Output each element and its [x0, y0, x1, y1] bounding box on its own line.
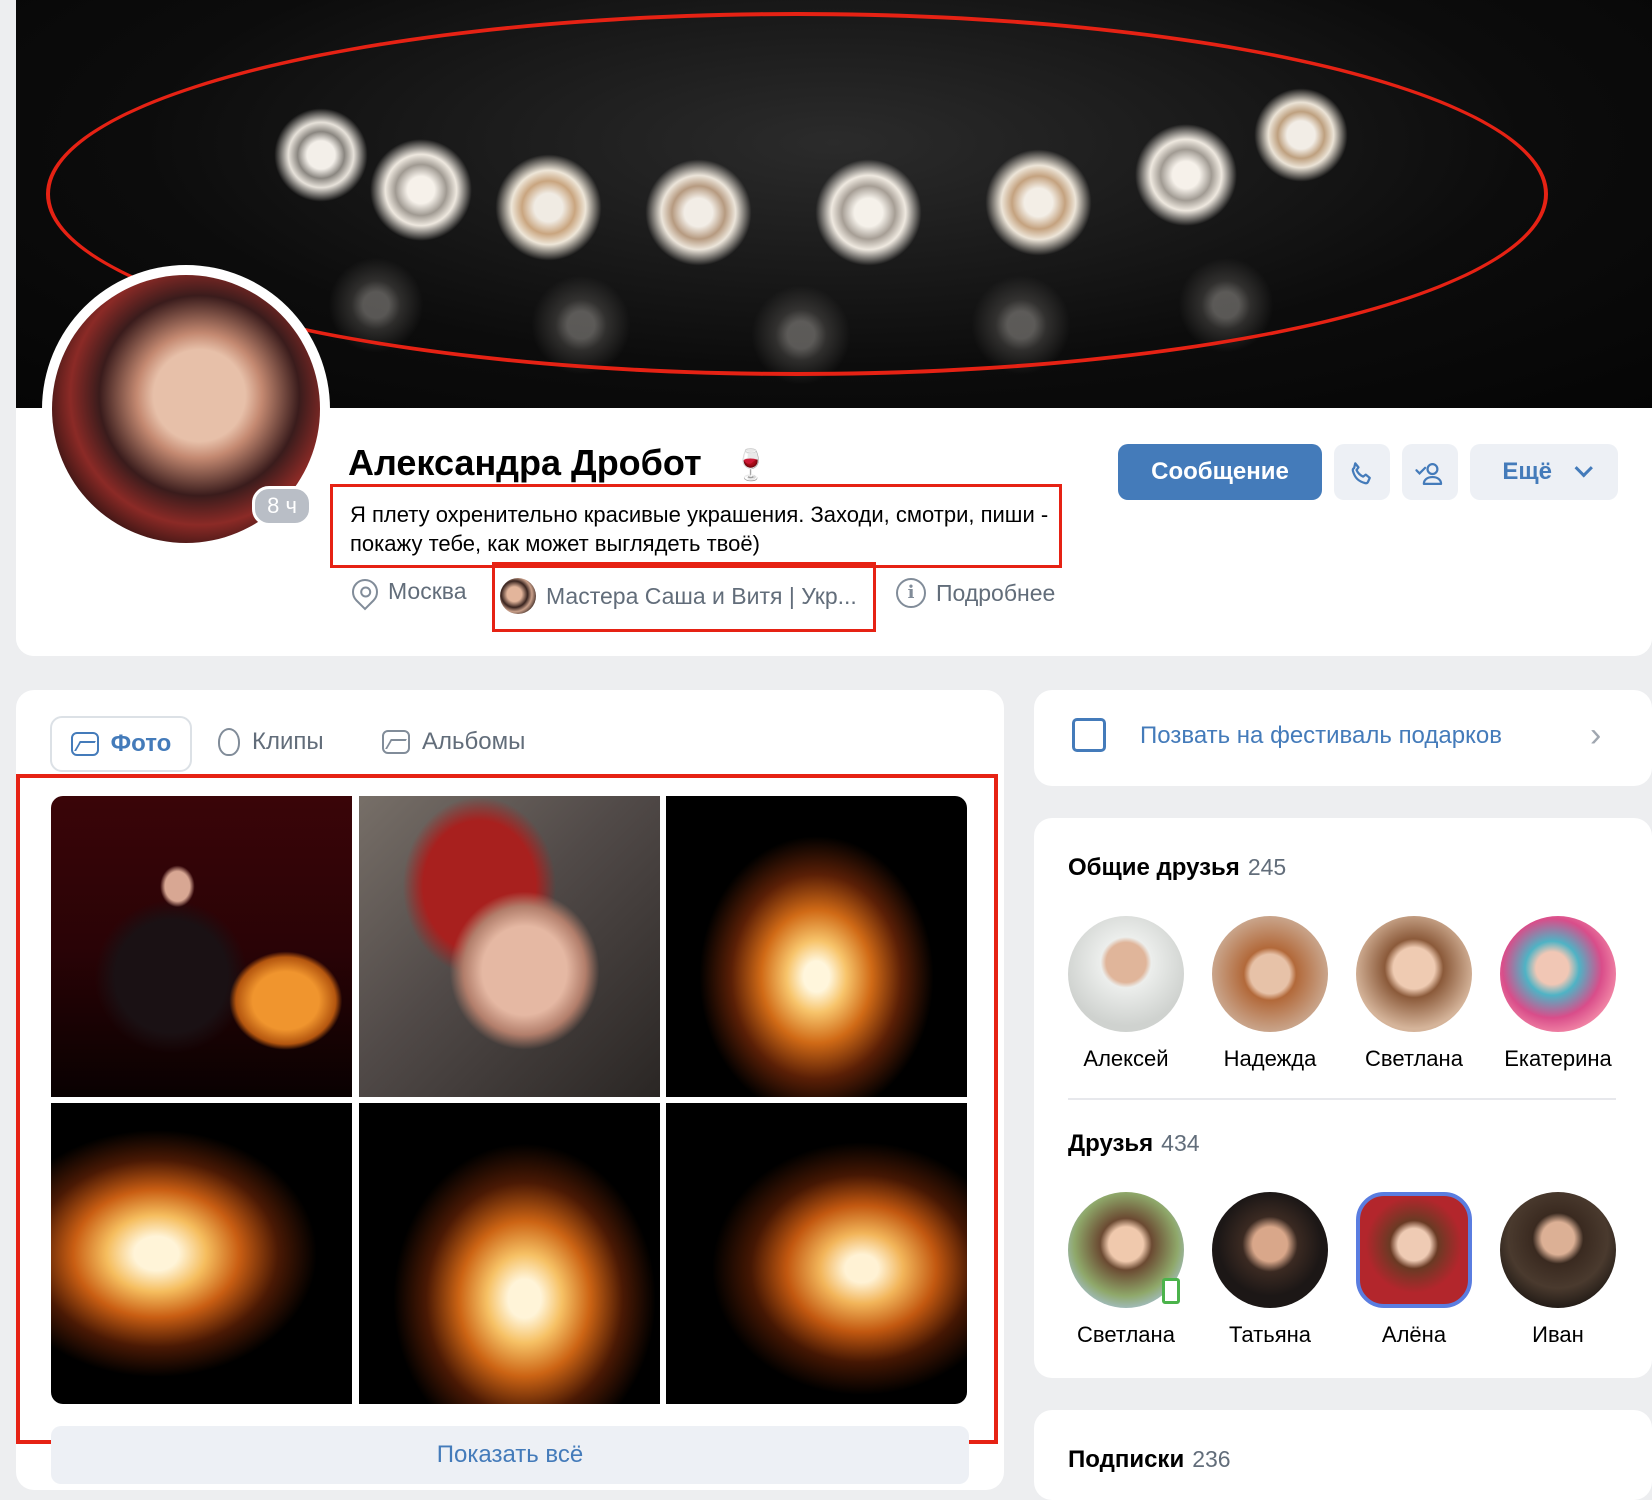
albums-icon: [382, 730, 410, 754]
avatar: [1212, 916, 1328, 1032]
more-info-link[interactable]: i Подробнее: [896, 578, 1055, 608]
avatar: [1068, 916, 1184, 1032]
chevron-down-icon: [1574, 459, 1593, 478]
avatar: [1500, 1192, 1616, 1308]
friend-name: Надежда: [1223, 1046, 1317, 1071]
wine-glass-icon: 🍷: [732, 449, 770, 482]
mutual-friend-item[interactable]: Надежда: [1198, 916, 1342, 1072]
friend-name: Алексей: [1083, 1046, 1169, 1071]
call-button[interactable]: [1334, 444, 1390, 500]
location-pin-icon: [346, 573, 384, 610]
subscriptions-title[interactable]: Подписки 236: [1068, 1446, 1231, 1474]
friends-count: 434: [1161, 1130, 1200, 1156]
mutual-friend-item[interactable]: Екатерина: [1486, 916, 1630, 1072]
online-status-badge: 8 ч: [252, 486, 312, 526]
friend-status-button[interactable]: [1402, 444, 1458, 500]
profile-city[interactable]: Москва: [346, 573, 467, 610]
user-check-icon: [1415, 463, 1443, 486]
friend-name: Екатерина: [1504, 1046, 1612, 1071]
friends-title[interactable]: Друзья 434: [1068, 1130, 1200, 1158]
annotation-frame-bio: [330, 484, 1062, 568]
clip-icon: [218, 728, 240, 756]
annotation-frame-job: [492, 562, 876, 632]
friend-name: Светлана: [1365, 1046, 1463, 1071]
friend-name: Татьяна: [1228, 1322, 1312, 1347]
more-label: Ещё: [1502, 458, 1552, 485]
mutual-friends-label: Общие друзья: [1068, 854, 1240, 881]
message-button[interactable]: Сообщение: [1118, 444, 1322, 500]
friend-item[interactable]: Иван: [1486, 1192, 1630, 1348]
divider: [1068, 1098, 1616, 1100]
mutual-friends-count: 245: [1247, 854, 1287, 880]
more-info-label: Подробнее: [936, 579, 1056, 606]
avatar: [1356, 916, 1472, 1032]
friend-name: Алёна: [1381, 1322, 1447, 1347]
mutual-friend-item[interactable]: Светлана: [1342, 916, 1486, 1072]
friend-name: Иван: [1532, 1322, 1584, 1347]
avatar: [1356, 1192, 1472, 1308]
more-button[interactable]: Ещё: [1470, 444, 1618, 500]
annotation-frame-photos: [16, 774, 998, 1444]
mutual-friends-title[interactable]: Общие друзья 245: [1068, 854, 1286, 882]
show-all-photos-button[interactable]: Показать всё: [51, 1426, 969, 1484]
chevron-right-icon: ›: [1590, 716, 1602, 754]
friend-item[interactable]: Алёна: [1342, 1192, 1486, 1348]
avatar: [1212, 1192, 1328, 1308]
tab-albums[interactable]: Альбомы: [382, 716, 525, 768]
mutual-friend-item[interactable]: Алексей: [1054, 916, 1198, 1072]
subscriptions-label: Подписки: [1068, 1446, 1185, 1473]
subscriptions-count: 236: [1192, 1446, 1231, 1472]
gift-icon: [1072, 718, 1106, 752]
friends-label: Друзья: [1068, 1130, 1154, 1157]
mobile-online-icon: [1162, 1278, 1180, 1304]
tab-clips-label: Клипы: [252, 728, 324, 755]
city-label: Москва: [388, 578, 467, 604]
info-icon: i: [896, 578, 926, 608]
friend-item[interactable]: Светлана: [1054, 1192, 1198, 1348]
friend-name: Светлана: [1077, 1322, 1175, 1347]
profile-name: Александра Дробот: [348, 442, 702, 483]
photo-icon: [70, 732, 99, 756]
tab-photo-label: Фото: [110, 730, 172, 757]
phone-icon: [1351, 462, 1371, 485]
gift-festival-label: Позвать на фестиваль подарков: [1140, 722, 1502, 749]
tab-albums-label: Альбомы: [422, 728, 526, 755]
avatar: [1500, 916, 1616, 1032]
avatar: [1068, 1192, 1184, 1308]
friend-item[interactable]: Татьяна: [1198, 1192, 1342, 1348]
tab-photo[interactable]: Фото: [50, 716, 192, 772]
tab-clips[interactable]: Клипы: [218, 716, 324, 768]
